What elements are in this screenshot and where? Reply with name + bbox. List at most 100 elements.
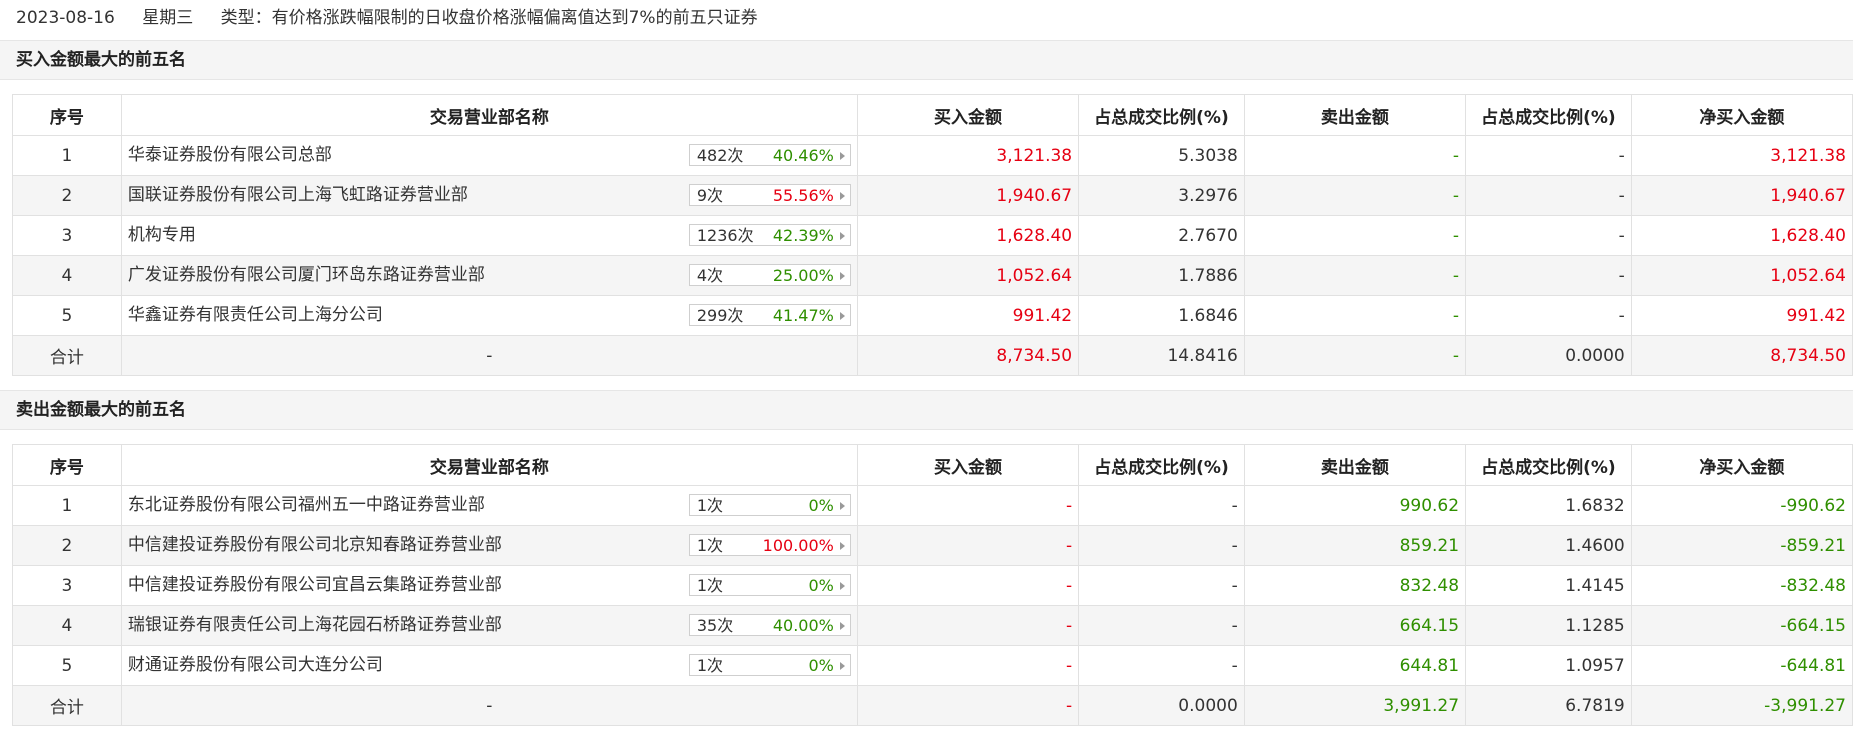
- sell-ratio: 1.4145: [1465, 565, 1632, 606]
- row-index: 2: [12, 525, 122, 566]
- caret-right-icon: [839, 192, 845, 200]
- sell-ratio: 1.6832: [1465, 485, 1632, 526]
- net-buy-amount: 991.42: [1630, 295, 1853, 336]
- broker-name[interactable]: 国联证券股份有限公司上海飞虹路证券营业部: [128, 176, 468, 215]
- success-rate: 40.00%: [772, 616, 834, 635]
- success-rate: 41.47%: [772, 306, 834, 325]
- sell-amount: 644.81: [1243, 645, 1467, 686]
- broker-stats-button[interactable]: 1236次 42.39%: [688, 224, 851, 246]
- caret-right-icon: [839, 152, 845, 160]
- broker-stats-button[interactable]: 4次 25.00%: [688, 264, 851, 286]
- col-net: 净买入金额: [1630, 444, 1853, 486]
- broker-stats-button[interactable]: 35次 40.00%: [688, 614, 851, 636]
- broker-stats-button[interactable]: 1次 0%: [688, 654, 851, 676]
- buy-ratio: -: [1078, 485, 1245, 526]
- success-rate: 0%: [808, 576, 834, 595]
- col-buy: 买入金额: [856, 94, 1080, 136]
- col-buy-ratio: 占总成交比例(%): [1078, 94, 1245, 136]
- broker-name[interactable]: 中信建投证券股份有限公司北京知春路证券营业部: [128, 526, 502, 565]
- caret-right-icon: [839, 662, 845, 670]
- sell-ratio: -: [1465, 135, 1632, 176]
- appearance-count: 4次: [696, 266, 724, 285]
- broker-stats-button[interactable]: 482次 40.46%: [688, 144, 851, 166]
- broker-name[interactable]: 华泰证券股份有限公司总部: [128, 136, 332, 175]
- total-sell-ratio: 6.7819: [1465, 685, 1632, 726]
- sell-amount: -: [1243, 295, 1467, 336]
- sell-ratio: 1.1285: [1465, 605, 1632, 646]
- total-net-buy-amount: -3,991.27: [1630, 685, 1853, 726]
- success-rate: 0%: [808, 496, 834, 515]
- buy-ratio: -: [1078, 565, 1245, 606]
- sell-amount: -: [1243, 175, 1467, 216]
- broker-name[interactable]: 华鑫证券有限责任公司上海分公司: [128, 296, 383, 335]
- col-name: 交易营业部名称: [120, 444, 858, 486]
- table-row: 2 中信建投证券股份有限公司北京知春路证券营业部 1次 100.00% - -859.21…: [12, 525, 1853, 566]
- appearance-count: 482次: [696, 146, 744, 165]
- sell-amount: -: [1243, 135, 1467, 176]
- broker-stats-button[interactable]: 9次 55.56%: [688, 184, 851, 206]
- table-row: 5 华鑫证券有限责任公司上海分公司 299次 41.47% 991.42 1.6846- -…: [12, 295, 1853, 336]
- row-index: 3: [12, 565, 122, 606]
- broker-name-cell: 华鑫证券有限责任公司上海分公司 299次 41.47%: [120, 295, 858, 336]
- total-buy-amount: -: [856, 685, 1080, 726]
- net-buy-amount: -664.15: [1630, 605, 1853, 646]
- sell-ratio: -: [1465, 255, 1632, 296]
- sell-amount: 990.62: [1243, 485, 1467, 526]
- broker-name-cell: 机构专用 1236次 42.39%: [120, 215, 858, 256]
- row-index: 5: [12, 295, 122, 336]
- net-buy-amount: -990.62: [1630, 485, 1853, 526]
- broker-stats-button[interactable]: 1次 0%: [688, 494, 851, 516]
- sell-ratio: -: [1465, 295, 1632, 336]
- net-buy-amount: 3,121.38: [1630, 135, 1853, 176]
- buy-ratio: 2.7670: [1078, 215, 1245, 256]
- broker-name[interactable]: 广发证券股份有限公司厦门环岛东路证券营业部: [128, 256, 485, 295]
- buy-ratio: 1.7886: [1078, 255, 1245, 296]
- broker-name-cell: 广发证券股份有限公司厦门环岛东路证券营业部 4次 25.00%: [120, 255, 858, 296]
- table-row: 1 华泰证券股份有限公司总部 482次 40.46% 3,121.38 5.3038- -3…: [12, 135, 1853, 176]
- broker-stats-button[interactable]: 1次 100.00%: [688, 534, 851, 556]
- total-name: -: [120, 335, 858, 376]
- broker-stats-button[interactable]: 299次 41.47%: [688, 304, 851, 326]
- caret-right-icon: [839, 502, 845, 510]
- broker-name-cell: 中信建投证券股份有限公司宜昌云集路证券营业部 1次 0%: [120, 565, 858, 606]
- net-buy-amount: 1,052.64: [1630, 255, 1853, 296]
- net-buy-amount: -859.21: [1630, 525, 1853, 566]
- total-row: 合计 - -0.0000 3,991.27 6.7819 -3,991.27: [12, 685, 1853, 726]
- row-index: 1: [12, 485, 122, 526]
- buy-ratio: -: [1078, 605, 1245, 646]
- buy-ratio: 3.2976: [1078, 175, 1245, 216]
- broker-name-cell: 华泰证券股份有限公司总部 482次 40.46%: [120, 135, 858, 176]
- appearance-count: 1236次: [696, 226, 754, 245]
- table-header-row: 序号 交易营业部名称 买入金额 占总成交比例(%) 卖出金额 占总成交比例(%)…: [12, 94, 1853, 136]
- sell-top5-table: 序号 交易营业部名称 买入金额 占总成交比例(%) 卖出金额 占总成交比例(%)…: [12, 444, 1853, 726]
- net-buy-amount: 1,940.67: [1630, 175, 1853, 216]
- row-index: 1: [12, 135, 122, 176]
- broker-name[interactable]: 中信建投证券股份有限公司宜昌云集路证券营业部: [128, 566, 502, 605]
- total-net-buy-amount: 8,734.50: [1630, 335, 1853, 376]
- appearance-count: 35次: [696, 616, 734, 635]
- total-sell-amount: -: [1243, 335, 1467, 376]
- caret-right-icon: [839, 232, 845, 240]
- broker-name-cell: 中信建投证券股份有限公司北京知春路证券营业部 1次 100.00%: [120, 525, 858, 566]
- col-net: 净买入金额: [1630, 94, 1853, 136]
- col-buy-ratio: 占总成交比例(%): [1078, 444, 1245, 486]
- row-index: 5: [12, 645, 122, 686]
- sell-section-title: 卖出金额最大的前五名: [0, 390, 1853, 430]
- broker-name[interactable]: 财通证券股份有限公司大连分公司: [128, 646, 383, 685]
- row-index: 2: [12, 175, 122, 216]
- broker-stats-button[interactable]: 1次 0%: [688, 574, 851, 596]
- sell-ratio: -: [1465, 215, 1632, 256]
- info-bar: 2023-08-16 星期三 类型：有价格涨跌幅限制的日收盘价格涨幅偏离值达到7…: [0, 0, 1853, 36]
- table-row: 4 瑞银证券有限责任公司上海花园石桥路证券营业部 35次 40.00% - -664.15…: [12, 605, 1853, 646]
- buy-ratio: -: [1078, 525, 1245, 566]
- broker-name-cell: 瑞银证券有限责任公司上海花园石桥路证券营业部 35次 40.00%: [120, 605, 858, 646]
- net-buy-amount: -832.48: [1630, 565, 1853, 606]
- broker-name[interactable]: 瑞银证券有限责任公司上海花园石桥路证券营业部: [128, 606, 502, 645]
- appearance-count: 299次: [696, 306, 744, 325]
- broker-name[interactable]: 机构专用: [128, 216, 196, 255]
- caret-right-icon: [839, 272, 845, 280]
- broker-name[interactable]: 东北证券股份有限公司福州五一中路证券营业部: [128, 486, 485, 525]
- appearance-count: 1次: [696, 496, 724, 515]
- buy-ratio: -: [1078, 645, 1245, 686]
- success-rate: 55.56%: [772, 186, 834, 205]
